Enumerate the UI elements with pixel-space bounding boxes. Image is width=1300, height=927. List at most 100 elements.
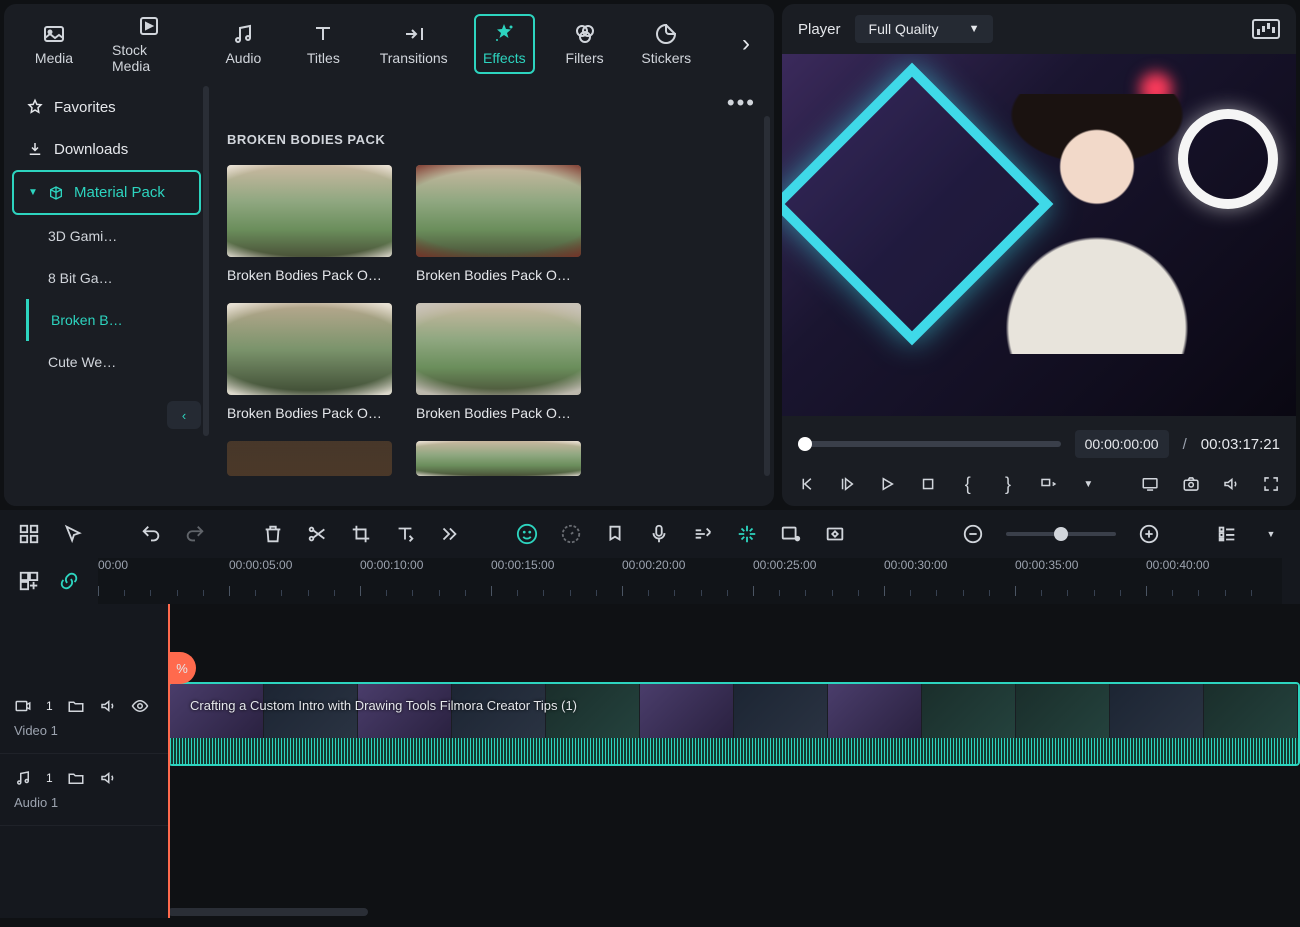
sidebar-downloads[interactable]: Downloads — [12, 128, 201, 170]
sidebar-sub-cute-wedding[interactable]: Cute We… — [12, 341, 201, 383]
prev-frame-icon[interactable] — [798, 474, 816, 494]
audio-track-header: 1 Audio 1 — [0, 754, 168, 826]
effect-card[interactable]: Broken Bodies Pack O… — [416, 303, 581, 421]
tab-label: Filters — [566, 50, 604, 66]
effect-card[interactable]: Broken Bodies Pack O… — [416, 165, 581, 283]
keyframe-icon[interactable] — [824, 523, 846, 545]
zoom-out-icon[interactable] — [962, 523, 984, 545]
zoom-in-icon[interactable] — [1138, 523, 1160, 545]
marker-dropdown-icon[interactable] — [1039, 474, 1057, 494]
tab-stickers[interactable]: Stickers — [635, 16, 698, 72]
effects-sidebar: Favorites Downloads ▼ Material Pack 3D G… — [4, 76, 209, 506]
selection-tool-icon[interactable] — [62, 523, 84, 545]
tab-titles[interactable]: Titles — [293, 16, 353, 72]
tab-label: Titles — [307, 50, 340, 66]
sidebar-sub-broken-bodies[interactable]: Broken B… — [26, 299, 201, 341]
tracks-canvas[interactable]: % Crafting a Custom Intro with Drawing T… — [168, 604, 1300, 918]
current-time: 00:00:00:00 — [1075, 430, 1169, 458]
play-icon[interactable] — [878, 474, 896, 494]
voiceover-icon[interactable] — [648, 523, 670, 545]
seek-bar[interactable] — [798, 441, 1061, 447]
effect-card[interactable] — [227, 441, 392, 476]
effect-card[interactable] — [416, 441, 581, 476]
brace-open-icon[interactable]: { — [959, 474, 977, 494]
more-tools-icon[interactable] — [438, 523, 460, 545]
text-tool-icon[interactable] — [394, 523, 416, 545]
visibility-icon[interactable] — [131, 697, 149, 715]
ruler-tick: 00:00:15:00 — [491, 558, 554, 572]
delete-icon[interactable] — [262, 523, 284, 545]
playback-quality-dropdown[interactable]: Full Quality ▼ — [855, 15, 994, 43]
video-preview[interactable] — [782, 54, 1296, 416]
undo-icon[interactable] — [140, 523, 162, 545]
marker-icon[interactable] — [604, 523, 626, 545]
ruler-tick: 00:00:25:00 — [753, 558, 816, 572]
effect-card[interactable]: Broken Bodies Pack O… — [227, 165, 392, 283]
timeline-h-scrollbar[interactable] — [168, 908, 368, 916]
effect-card[interactable]: Broken Bodies Pack O… — [227, 303, 392, 421]
sidebar-collapse-button[interactable]: ‹ — [167, 401, 201, 429]
ruler-tick: 00:00:30:00 — [884, 558, 947, 572]
media-icon — [42, 22, 66, 46]
download-icon — [26, 140, 44, 158]
link-icon[interactable] — [58, 570, 80, 592]
effect-label: Broken Bodies Pack O… — [227, 405, 392, 421]
chevron-down-icon[interactable]: ▼ — [1079, 474, 1097, 494]
zoom-slider[interactable] — [1006, 532, 1116, 536]
scopes-icon[interactable] — [1252, 19, 1280, 39]
cube-icon — [48, 185, 64, 201]
more-options-icon[interactable]: ••• — [727, 90, 756, 116]
stop-icon[interactable] — [919, 474, 937, 494]
time-separator: / — [1183, 436, 1187, 453]
tab-audio[interactable]: Audio — [213, 16, 273, 72]
effects-grid-area: ••• BROKEN BODIES PACK Broken Bodies Pac… — [209, 76, 774, 506]
display-icon[interactable] — [1141, 474, 1159, 494]
crop-icon[interactable] — [350, 523, 372, 545]
ai-face-icon[interactable] — [516, 523, 538, 545]
stock-media-icon — [137, 14, 161, 38]
audio-mix-icon[interactable] — [692, 523, 714, 545]
sidebar-material-pack[interactable]: ▼ Material Pack — [12, 170, 201, 215]
ruler-tick: 00:00:35:00 — [1015, 558, 1078, 572]
layout-icon[interactable] — [18, 523, 40, 545]
tab-stock-media[interactable]: Stock Media — [104, 8, 193, 80]
effect-thumbnail — [227, 165, 392, 257]
tab-effects[interactable]: Effects — [474, 14, 535, 74]
tab-media[interactable]: Media — [24, 16, 84, 72]
folder-icon[interactable] — [67, 697, 85, 715]
sidebar-favorites[interactable]: Favorites — [12, 86, 201, 128]
fullscreen-icon[interactable] — [1262, 474, 1280, 494]
render-icon[interactable] — [736, 523, 758, 545]
track-index: 1 — [46, 699, 53, 713]
mute-icon[interactable] — [99, 697, 117, 715]
mute-icon[interactable] — [99, 769, 117, 787]
filters-icon — [573, 22, 597, 46]
brace-close-icon[interactable]: } — [999, 474, 1017, 494]
video-clip[interactable]: Crafting a Custom Intro with Drawing Too… — [168, 682, 1300, 766]
volume-icon[interactable] — [1222, 474, 1240, 494]
folder-icon[interactable] — [67, 769, 85, 787]
track-view-icon[interactable] — [1216, 523, 1238, 545]
caret-down-icon[interactable]: ▼ — [1260, 523, 1282, 545]
snapshot-icon[interactable] — [1182, 474, 1200, 494]
player-controls: { } ▼ — [782, 464, 1296, 506]
redo-icon[interactable] — [184, 523, 206, 545]
sidebar-sub-3d-gaming[interactable]: 3D Gami… — [12, 215, 201, 257]
grid-scrollbar[interactable] — [764, 116, 770, 476]
zoom-knob[interactable] — [1054, 527, 1068, 541]
add-track-icon[interactable] — [18, 570, 40, 592]
timeline-ruler[interactable]: 00:0000:00:05:0000:00:10:0000:00:15:0000… — [98, 558, 1282, 604]
effect-thumbnail — [227, 303, 392, 395]
audio-icon — [231, 22, 255, 46]
tab-transitions[interactable]: Transitions — [373, 16, 454, 72]
record-screen-icon[interactable] — [780, 523, 802, 545]
play-forward-icon[interactable] — [838, 474, 856, 494]
playhead-marker[interactable]: % — [168, 652, 196, 684]
seek-knob[interactable] — [798, 437, 812, 451]
tab-filters[interactable]: Filters — [555, 16, 615, 72]
split-icon[interactable] — [306, 523, 328, 545]
effects-icon — [492, 22, 516, 46]
tabs-next-chevron-icon[interactable]: › — [738, 26, 754, 62]
speed-icon[interactable] — [560, 523, 582, 545]
sidebar-sub-8bit-gaming[interactable]: 8 Bit Ga… — [12, 257, 201, 299]
